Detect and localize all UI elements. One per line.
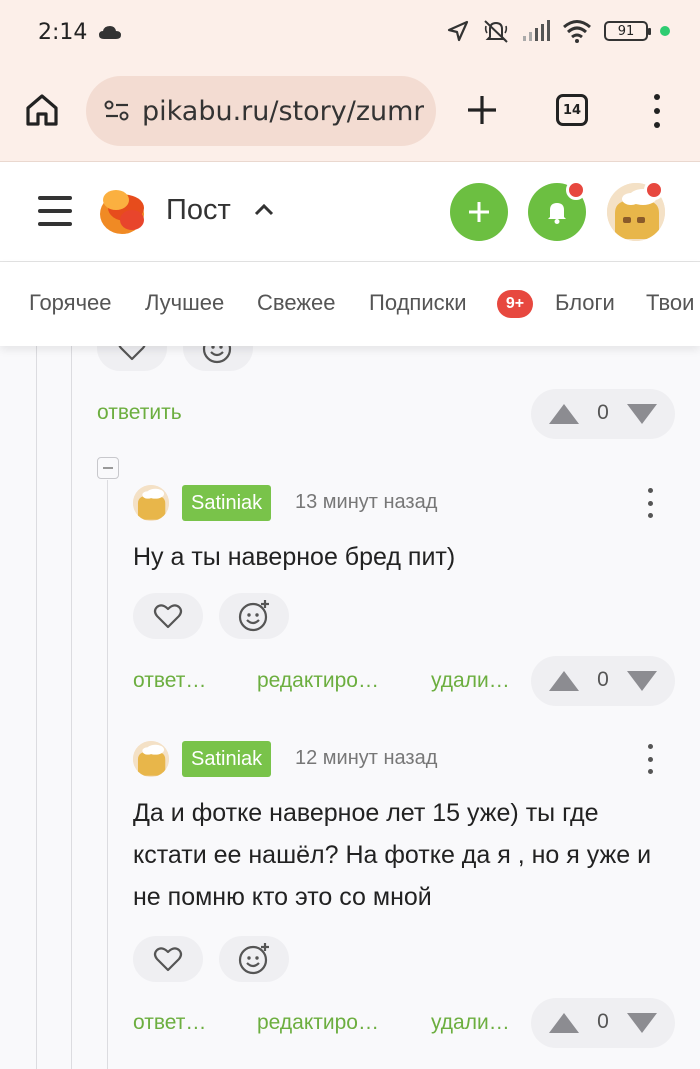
tab-yours[interactable]: Твои <box>646 290 694 316</box>
vote-control: 0 <box>531 389 675 439</box>
vote-control: 0 <box>531 656 675 706</box>
edit-link[interactable]: редактиро… <box>257 1011 379 1035</box>
battery-indicator: 91 <box>604 21 651 41</box>
reaction-button[interactable] <box>219 936 289 982</box>
smile-add-icon <box>238 600 269 632</box>
downvote-icon[interactable] <box>627 404 657 424</box>
signal-icon <box>523 20 550 41</box>
avatar-image <box>133 485 169 521</box>
comment-time[interactable]: 13 минут назад <box>295 491 437 514</box>
avatar[interactable] <box>133 741 169 777</box>
avatar[interactable] <box>133 485 169 521</box>
thread-line[interactable] <box>71 346 72 1069</box>
comments-area: ответить 0 Satiniak 13 минут назад Ну а … <box>0 346 700 1069</box>
browser-menu-icon[interactable] <box>650 94 664 128</box>
avatar-image <box>133 741 169 777</box>
username-badge[interactable]: Satiniak <box>182 485 272 521</box>
tab-blogs[interactable]: Блоги <box>555 290 615 316</box>
username-badge[interactable]: Satiniak <box>182 741 272 777</box>
tab-subscriptions[interactable]: Подписки <box>369 290 467 316</box>
site-header: Пост <box>0 162 700 262</box>
bell-muted-icon <box>484 20 508 43</box>
url-text[interactable]: pikabu.ru/story/zumm <box>142 96 424 127</box>
like-button[interactable] <box>133 593 203 639</box>
more-options-icon[interactable] <box>648 488 654 518</box>
reply-link[interactable]: ответить <box>97 401 182 425</box>
comment-body: Да и фотке наверное лет 15 уже) ты где к… <box>133 799 652 911</box>
hamburger-menu-icon[interactable] <box>38 196 72 226</box>
wifi-icon <box>563 20 591 43</box>
smile-add-icon <box>202 346 232 364</box>
heart-icon <box>118 346 146 361</box>
status-bar: 2:14 91 <box>0 0 700 64</box>
page-title[interactable]: Пост <box>166 194 231 227</box>
thread-line[interactable] <box>107 480 108 1069</box>
new-tab-icon[interactable] <box>464 92 500 128</box>
comment-body: Ну а ты наверное бред пит) <box>133 543 456 571</box>
pikabu-logo[interactable] <box>98 186 150 236</box>
downvote-icon[interactable] <box>627 1013 657 1033</box>
cloud-icon <box>99 26 121 39</box>
address-bar[interactable]: pikabu.ru/story/zumm <box>86 76 436 146</box>
vote-control: 0 <box>531 998 675 1048</box>
downvote-icon[interactable] <box>627 671 657 691</box>
chevron-up-icon[interactable] <box>254 202 274 216</box>
location-icon <box>447 20 469 42</box>
edit-link[interactable]: редактиро… <box>257 669 379 693</box>
category-nav: Горячее Лучшее Свежее Подписки 9+ Блоги … <box>0 262 700 346</box>
like-button[interactable] <box>97 346 167 371</box>
reaction-button[interactable] <box>219 593 289 639</box>
collapse-thread-button[interactable] <box>97 457 119 479</box>
delete-link[interactable]: удали… <box>431 1011 510 1035</box>
add-post-button[interactable] <box>450 183 508 241</box>
smile-add-icon <box>238 943 269 975</box>
avatar-badge <box>644 180 664 200</box>
browser-toolbar: pikabu.ru/story/zumm 14 <box>0 64 700 162</box>
tab-fresh[interactable]: Свежее <box>257 290 336 316</box>
tab-best[interactable]: Лучшее <box>145 290 224 316</box>
heart-icon <box>153 604 183 629</box>
bell-icon <box>548 203 566 224</box>
site-settings-icon[interactable] <box>104 100 130 122</box>
home-icon[interactable] <box>24 92 60 128</box>
notification-badge <box>566 180 586 200</box>
reply-link[interactable]: ответ… <box>133 1011 206 1035</box>
privacy-dot <box>660 26 670 36</box>
status-time: 2:14 <box>38 20 88 45</box>
comment-time[interactable]: 12 минут назад <box>295 747 437 770</box>
thread-line[interactable] <box>36 346 37 1069</box>
tab-switcher-button[interactable]: 14 <box>556 94 588 126</box>
delete-link[interactable]: удали… <box>431 669 510 693</box>
like-button[interactable] <box>133 936 203 982</box>
reply-link[interactable]: ответ… <box>133 669 206 693</box>
heart-icon <box>153 947 183 972</box>
reaction-button[interactable] <box>183 346 253 371</box>
plus-icon <box>469 202 489 222</box>
more-options-icon[interactable] <box>648 744 654 774</box>
tab-hot[interactable]: Горячее <box>29 290 112 316</box>
subscriptions-count-badge: 9+ <box>497 290 533 318</box>
